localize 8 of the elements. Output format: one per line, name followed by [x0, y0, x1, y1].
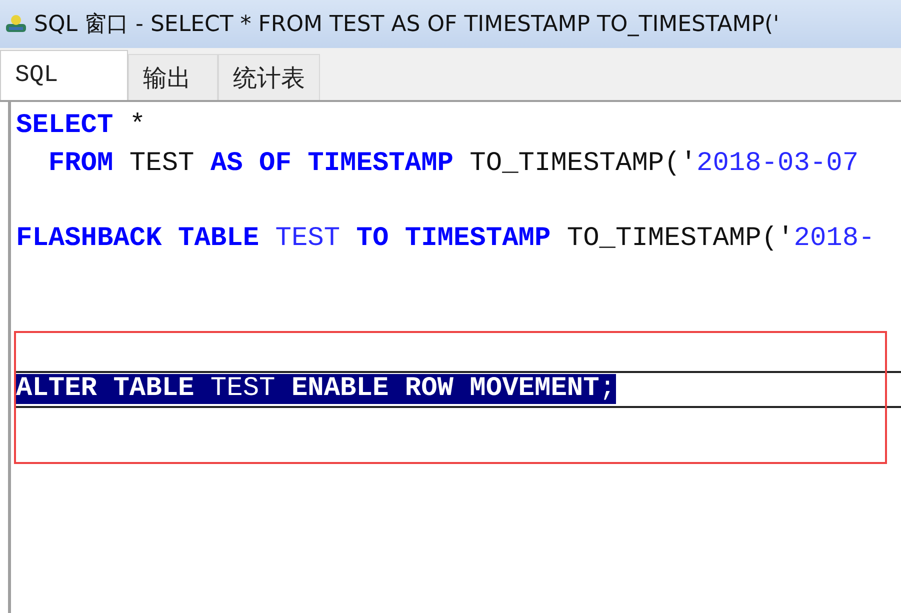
- sql-editor[interactable]: SELECT * FROM TEST AS OF TIMESTAMP TO_TIMESTAMP('2018-03-07 FLASHBACK TABLE TEST TO TIMESTAMP TO_TIMESTAMP('2018- ALTER TABLE TEST ENABLE ROW MOVEMENT;: [8, 102, 901, 613]
- code-line: FLASHBACK TABLE TEST TO TIMESTAMP TO_TIMESTAMP('2018-: [16, 224, 875, 254]
- window-title: SQL 窗口 - SELECT * FROM TEST AS OF TIMESTAMP TO_TIMESTAMP(': [34, 11, 780, 39]
- code-line: SELECT *: [16, 111, 146, 141]
- tab[interactable]: SQL: [0, 50, 128, 100]
- code-line: FROM TEST AS OF TIMESTAMP TO_TIMESTAMP('2018-03-07: [47, 148, 859, 178]
- tab[interactable]: 统计表: [218, 54, 320, 100]
- tab[interactable]: 输出: [128, 54, 218, 100]
